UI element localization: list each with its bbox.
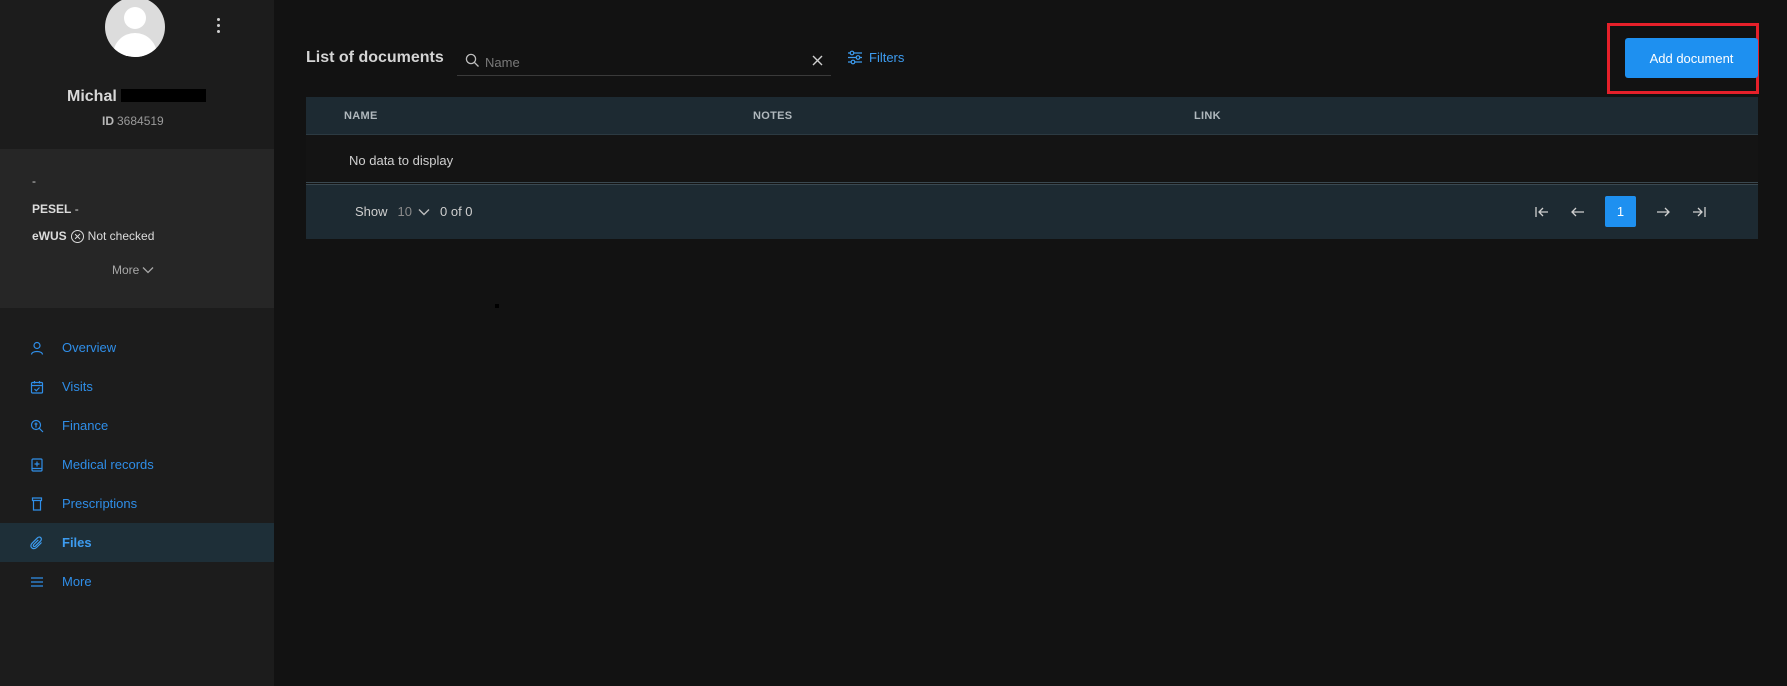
- page-title: List of documents: [306, 49, 444, 66]
- patient-info-panel: - PESEL - eWUS Not checked More: [0, 149, 274, 308]
- sidebar-item-medical-records[interactable]: Medical records: [0, 445, 274, 484]
- sidebar-item-visits[interactable]: Visits: [0, 367, 274, 406]
- kebab-menu-icon[interactable]: [215, 18, 223, 34]
- column-header-link[interactable]: LINK: [1194, 110, 1221, 122]
- column-header-notes[interactable]: NOTES: [753, 110, 792, 122]
- chevron-down-icon: [418, 208, 430, 215]
- chevron-down-icon: [142, 267, 154, 274]
- search-box: [457, 46, 831, 76]
- pagination-bar: Show 10 0 of 0 1: [306, 185, 1758, 239]
- finance-search-icon: [30, 419, 44, 433]
- next-page-icon[interactable]: [1654, 203, 1672, 221]
- sidebar-item-label: More: [62, 574, 92, 589]
- redacted-surname: [120, 89, 206, 102]
- filters-button[interactable]: Filters: [847, 50, 904, 65]
- first-page-icon[interactable]: [1533, 203, 1551, 221]
- info-placeholder: -: [32, 174, 36, 188]
- medical-book-icon: [30, 457, 44, 472]
- range-text: 0 of 0: [440, 204, 473, 219]
- add-document-button[interactable]: Add document: [1625, 38, 1758, 78]
- column-header-name[interactable]: NAME: [344, 110, 378, 122]
- empty-state-row: No data to display: [306, 135, 1758, 185]
- paperclip-icon: [30, 535, 44, 550]
- sidebar-item-finance[interactable]: Finance: [0, 406, 274, 445]
- current-page-button[interactable]: 1: [1605, 196, 1636, 227]
- menu-icon: [30, 575, 44, 589]
- sidebar: Michal ID 3684519 - PESEL - eWUS Not chec…: [0, 0, 274, 686]
- ewus-status: Not checked: [87, 229, 155, 243]
- avatar: [105, 0, 165, 57]
- show-label: Show: [355, 204, 388, 219]
- sidebar-item-prescriptions[interactable]: Prescriptions: [0, 484, 274, 523]
- empty-state-text: No data to display: [349, 153, 454, 168]
- search-input[interactable]: [485, 52, 785, 72]
- profile-card: Michal ID 3684519: [0, 0, 274, 149]
- page-size-control: Show 10 0 of 0: [355, 204, 473, 219]
- pesel-row: PESEL -: [32, 202, 79, 216]
- prescription-icon: [30, 496, 44, 511]
- table-header: NAME NOTES LINK: [306, 97, 1758, 135]
- sidebar-item-label: Medical records: [62, 457, 154, 472]
- sidebar-item-label: Files: [62, 535, 92, 550]
- sidebar-item-label: Visits: [62, 379, 93, 394]
- close-icon[interactable]: [811, 54, 824, 67]
- cursor-dot: [495, 304, 499, 308]
- last-page-icon[interactable]: [1690, 203, 1708, 221]
- search-icon: [465, 53, 479, 67]
- sidebar-item-overview[interactable]: Overview: [0, 328, 274, 367]
- patient-name: Michal: [67, 88, 206, 106]
- sidebar-item-label: Prescriptions: [62, 496, 138, 511]
- more-info-toggle[interactable]: More: [112, 263, 154, 277]
- ewus-row: eWUS Not checked: [32, 229, 155, 243]
- previous-page-icon[interactable]: [1569, 203, 1587, 221]
- user-icon: [30, 341, 44, 355]
- page-size-select[interactable]: 10: [398, 204, 430, 219]
- pager: 1: [1533, 196, 1708, 227]
- sidebar-item-files[interactable]: Files: [0, 523, 274, 562]
- documents-table: NAME NOTES LINK No data to display Show …: [306, 97, 1758, 239]
- sidebar-item-label: Overview: [62, 340, 117, 355]
- x-circle-icon: [70, 229, 84, 243]
- calendar-icon: [30, 380, 44, 394]
- patient-id: ID 3684519: [102, 114, 164, 128]
- sidebar-nav: Overview Visits Finance Medical records …: [0, 328, 274, 601]
- sidebar-item-more[interactable]: More: [0, 562, 274, 601]
- sidebar-item-label: Finance: [62, 418, 109, 433]
- sliders-icon: [848, 50, 862, 65]
